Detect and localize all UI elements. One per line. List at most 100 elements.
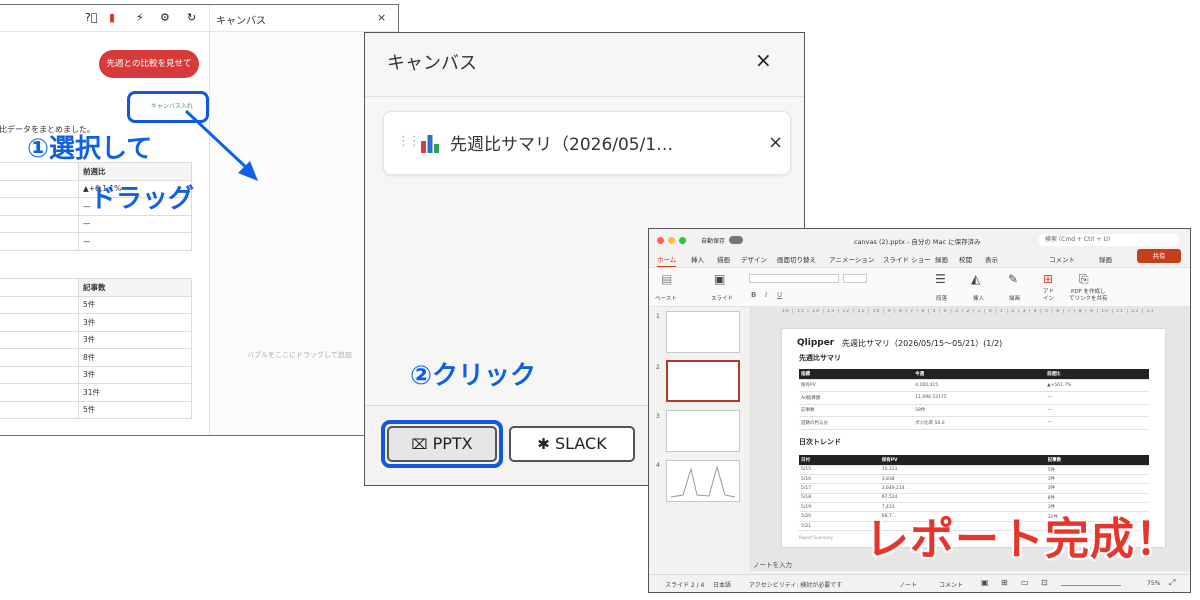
paragraph-button[interactable]: 段落 bbox=[936, 294, 947, 302]
file-title: canvas (2).pptx - 自分の Mac に保存済み bbox=[854, 238, 981, 246]
remove-bubble-icon[interactable]: × bbox=[768, 132, 783, 153]
slide-thumbnail[interactable] bbox=[666, 410, 740, 452]
table-cell: — bbox=[78, 214, 192, 233]
tab-record[interactable]: 録画 bbox=[935, 254, 948, 264]
bolt-icon[interactable]: ⚡ bbox=[136, 11, 144, 24]
table-header: 記事数 bbox=[78, 278, 192, 297]
tab-view[interactable]: 表示 bbox=[985, 254, 998, 264]
search-input[interactable]: 検索 (Cmd + Ctrl + U) bbox=[1039, 234, 1179, 246]
notes-input[interactable]: ノートを入力 bbox=[753, 559, 792, 569]
table-cell bbox=[0, 295, 79, 314]
table-cell: 31件 bbox=[78, 383, 192, 402]
tab-draw[interactable]: 描画 bbox=[717, 254, 730, 264]
table-cell: 5件 bbox=[78, 295, 192, 314]
language-label: 日本語 bbox=[713, 582, 732, 589]
table-cell: 4,160,415 bbox=[913, 379, 1046, 392]
underline-icon[interactable]: U bbox=[777, 291, 782, 299]
sorter-view-icon[interactable]: ⊞ bbox=[1001, 578, 1008, 587]
paste-icon: ▤ bbox=[661, 272, 673, 286]
drop-hint: バブルをここにドラッグして追加 bbox=[247, 351, 352, 359]
modal-header: キャンバス × bbox=[365, 33, 804, 97]
tab-design[interactable]: デザイン bbox=[741, 254, 767, 264]
table-cell bbox=[0, 278, 79, 297]
autosave-toggle[interactable] bbox=[729, 236, 743, 244]
table-cell bbox=[0, 232, 79, 251]
ribbon: ペースト ▤ ▣ スライド B I U ☰ 段落 ◭ 挿入 ✎ 描画 ⊞ アド … bbox=[649, 267, 1190, 307]
slide-footer: Report Summary bbox=[799, 535, 833, 540]
canvas-bubble[interactable]: ⋮⋮ 先週比サマリ（2026/05/1… × bbox=[383, 111, 791, 175]
normal-view-icon[interactable]: ▣ bbox=[981, 578, 989, 587]
close-window-icon[interactable] bbox=[657, 237, 664, 244]
slack-button[interactable]: ✱ SLACK bbox=[509, 426, 635, 462]
table-cell: 3件 bbox=[1045, 483, 1149, 494]
red-flag-icon[interactable]: ▮ bbox=[109, 11, 115, 24]
insert-button[interactable]: 挿入 bbox=[973, 294, 984, 302]
canvas-panel-title: キャンバス bbox=[216, 16, 266, 27]
compare-last-week-button[interactable]: 先週との比較を見せて bbox=[99, 50, 199, 78]
table-cell bbox=[0, 162, 79, 181]
table-cell: 5件 bbox=[1045, 465, 1149, 475]
annotation-select: ①選択して bbox=[27, 134, 153, 164]
status-bar: スライド 2 / 4 日本語 アクセシビリティ: 検討が必要です ノート コメン… bbox=[649, 574, 1190, 592]
divider bbox=[209, 5, 210, 435]
pdf-share-button[interactable]: PDF を作成し てリンクを共有 bbox=[1069, 289, 1108, 303]
addin-button[interactable]: アド イン bbox=[1043, 289, 1054, 303]
modal-title: キャンバス bbox=[387, 53, 477, 74]
reading-view-icon[interactable]: ▭ bbox=[1021, 578, 1029, 587]
share-button[interactable]: 共有 bbox=[1137, 249, 1181, 263]
close-icon[interactable]: × bbox=[377, 11, 386, 24]
tab-slideshow[interactable]: スライド ショー bbox=[883, 254, 931, 264]
draw-button[interactable]: 描画 bbox=[1009, 294, 1020, 302]
settings-icon[interactable]: ⚙ bbox=[160, 11, 170, 24]
minimize-window-icon[interactable] bbox=[668, 237, 675, 244]
record-button[interactable]: 録画 bbox=[1099, 254, 1112, 264]
addin-icon: ⊞ bbox=[1043, 272, 1054, 286]
tab-insert[interactable]: 挿入 bbox=[691, 254, 704, 264]
tab-home[interactable]: ホーム bbox=[657, 254, 677, 268]
table-cell bbox=[0, 400, 79, 419]
slide-thumbnail[interactable] bbox=[666, 311, 740, 353]
tab-transitions[interactable]: 画面切り替え bbox=[777, 254, 816, 264]
table-cell bbox=[0, 365, 79, 384]
slide-logo: Qlipper bbox=[797, 338, 835, 348]
table-cell: 5/15 bbox=[799, 465, 880, 475]
table-header: 保有PV bbox=[879, 455, 1046, 466]
fit-slide-icon[interactable]: ⤢ bbox=[1169, 578, 1175, 588]
drag-handle-icon[interactable]: ⋮⋮ bbox=[397, 134, 421, 149]
table-cell bbox=[0, 383, 79, 402]
tab-review[interactable]: 校閲 bbox=[959, 254, 972, 264]
comment-button[interactable]: コメント bbox=[1049, 254, 1075, 264]
slideshow-icon[interactable]: ⊡ bbox=[1041, 578, 1048, 587]
comments-toggle[interactable]: コメント bbox=[939, 580, 963, 589]
close-icon[interactable]: × bbox=[755, 48, 772, 72]
notes-toggle[interactable]: ノート bbox=[899, 580, 917, 589]
refresh-icon[interactable]: ↻ bbox=[187, 11, 196, 24]
table-cell: 5件 bbox=[78, 400, 192, 419]
font-size-select[interactable] bbox=[843, 274, 867, 283]
composite-stage: ?⃝ ▮ ⚡ ⚙ ↻ キャンバス × 先週との比較を見せて キャンバス入れ 比デ… bbox=[0, 0, 1200, 600]
slide-icon: ▣ bbox=[714, 272, 726, 286]
italic-icon[interactable]: I bbox=[765, 291, 767, 299]
slack-label: SLACK bbox=[554, 434, 607, 453]
help-icon[interactable]: ?⃝ bbox=[85, 11, 97, 24]
slide-thumbnail[interactable] bbox=[666, 460, 740, 502]
slide-counter: スライド 2 / 4 bbox=[665, 582, 705, 589]
table-cell: — bbox=[1045, 404, 1149, 417]
new-slide-button[interactable]: スライド bbox=[711, 294, 733, 302]
accessibility-status[interactable]: アクセシビリティ: 検討が必要です bbox=[749, 580, 842, 589]
thumb-number: 3 bbox=[656, 413, 660, 420]
table-cell: ポジ比率 50.0 bbox=[913, 416, 1046, 430]
font-select[interactable] bbox=[749, 274, 839, 283]
tab-animations[interactable]: アニメーション bbox=[829, 254, 874, 264]
zoom-window-icon[interactable] bbox=[679, 237, 686, 244]
table-cell: 8件 bbox=[78, 348, 192, 367]
slide-thumbnail-selected[interactable] bbox=[666, 360, 740, 402]
table-cell: 3件 bbox=[78, 365, 192, 384]
insert-shape-icon: ◭ bbox=[971, 272, 981, 286]
table-header: 指標 bbox=[799, 369, 914, 380]
paste-button[interactable]: ペースト bbox=[655, 294, 677, 302]
zoom-slider[interactable] bbox=[1061, 585, 1121, 586]
bold-icon[interactable]: B bbox=[751, 291, 756, 299]
paragraph-icon: ☰ bbox=[935, 272, 946, 286]
slide-section-heading: 日次トレンド bbox=[799, 438, 841, 446]
